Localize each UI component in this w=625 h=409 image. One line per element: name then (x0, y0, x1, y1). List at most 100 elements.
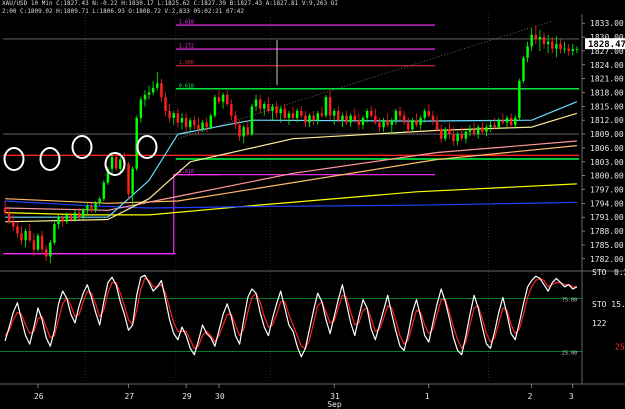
candle-body (28, 231, 31, 241)
candle[interactable] (209, 113, 213, 130)
candle-body (271, 106, 274, 111)
candle-body (411, 120, 414, 130)
candle-body (337, 110, 340, 121)
price-tick-label: 1788.00 (590, 227, 624, 236)
candle-body (485, 127, 488, 132)
chart-background (0, 0, 625, 409)
candle-body (234, 115, 237, 125)
candle-body (526, 46, 529, 58)
candle-body (221, 94, 225, 102)
candle-body (476, 127, 480, 135)
candle-body (242, 127, 245, 137)
candle[interactable] (522, 55, 525, 84)
candle-body (378, 122, 381, 128)
candle-body (398, 110, 402, 116)
candle-body (168, 110, 171, 118)
candle-body (24, 231, 27, 241)
level-label: 1.272 (179, 44, 194, 50)
candle[interactable] (53, 221, 56, 245)
oscillator-label: STO (592, 268, 607, 277)
candle-body (127, 164, 130, 195)
price-tick-label: 1806.00 (590, 144, 624, 153)
candle-body (86, 205, 89, 211)
candle-body (49, 242, 52, 257)
candle-body (81, 210, 85, 218)
candle-body (448, 129, 451, 135)
candle-body (110, 157, 114, 169)
candle-body (320, 113, 324, 116)
oscillator-right-label: 122 (592, 319, 607, 328)
candle-body (172, 113, 175, 118)
candle-body (423, 110, 426, 118)
candle-body (341, 115, 344, 121)
candle-body (505, 117, 509, 123)
candle-body (534, 34, 538, 40)
candle-body (390, 120, 394, 125)
candle-body (283, 108, 287, 118)
candle[interactable] (518, 78, 521, 121)
level-label: 0.618 (179, 83, 194, 89)
candle-body (546, 41, 550, 45)
candle-body (160, 83, 163, 98)
candle-body (349, 115, 352, 123)
candle-body (193, 120, 196, 125)
candle-body (419, 117, 422, 125)
candle-body (57, 217, 60, 225)
candle-body (156, 83, 159, 88)
candle-body (452, 134, 455, 141)
price-tick-label: 1794.00 (590, 199, 624, 208)
candle-body (98, 198, 101, 204)
price-tick-label: 1809.00 (590, 130, 624, 139)
candle-body (16, 226, 19, 234)
time-tick-label: 1 (425, 392, 430, 401)
candle-body (394, 110, 398, 121)
candle[interactable] (324, 94, 328, 118)
candle[interactable] (213, 94, 217, 118)
candle[interactable] (250, 104, 254, 137)
candle-body (40, 235, 44, 250)
candle-body (402, 115, 406, 123)
price-tick-label: 1782.00 (590, 255, 624, 264)
candle-body (538, 37, 542, 40)
candle-body (246, 127, 250, 135)
candle-body (12, 221, 15, 227)
candle[interactable] (36, 233, 40, 252)
candle-body (250, 106, 254, 135)
candle-body (468, 129, 472, 132)
candle-body (427, 110, 431, 116)
candle-body (69, 214, 73, 220)
price-tick-label: 1833.00 (590, 19, 624, 28)
candle-body (555, 44, 558, 49)
candle[interactable] (102, 180, 106, 202)
candle-body (509, 117, 513, 125)
candle-body (489, 124, 492, 128)
candle-body (176, 113, 180, 123)
candle-body (197, 124, 200, 130)
candle-body (188, 120, 192, 128)
level-label: 1.000 (179, 60, 194, 66)
candle-body (102, 182, 106, 199)
candle-body (575, 49, 579, 50)
candle-body (345, 115, 348, 123)
candle-body (415, 120, 418, 125)
chart: 1.6181.2721.0000.6181.618 1833.001830.00… (0, 0, 625, 409)
candle-body (164, 97, 167, 111)
candle-body (20, 233, 23, 241)
oscillator-level-label: 75.00 (562, 298, 577, 304)
candle-body (131, 168, 134, 195)
candle[interactable] (127, 161, 130, 199)
candle-body (365, 110, 369, 118)
candle-body (493, 124, 496, 128)
candle-body (209, 115, 213, 128)
candle-body (444, 129, 447, 139)
candle-body (7, 212, 11, 222)
candle-body (263, 104, 266, 109)
oscillator-right-label: STO 15.2 (592, 300, 625, 309)
candle-body (151, 87, 155, 93)
candle-body (571, 49, 575, 51)
candle-body (551, 41, 554, 49)
candle-body (316, 113, 319, 121)
candle-body (90, 205, 93, 211)
candle-body (481, 127, 484, 132)
candle-body (201, 122, 204, 130)
